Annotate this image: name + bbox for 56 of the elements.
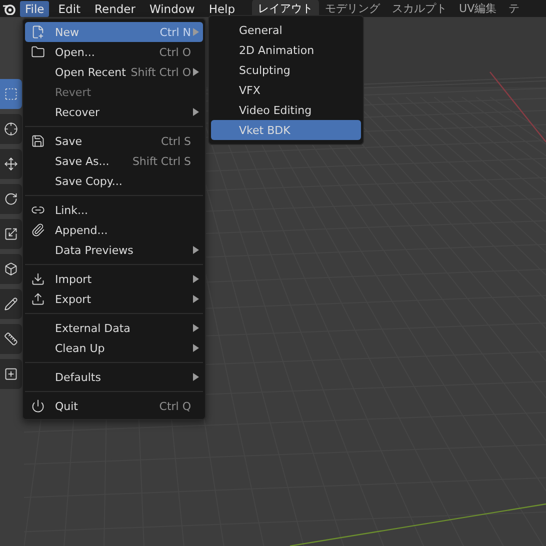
menu-item[interactable]: Import: [25, 269, 203, 289]
folder-icon: [31, 45, 45, 59]
menu-item[interactable]: Vket BDK: [211, 120, 361, 140]
ruler-icon: [4, 332, 18, 346]
menu-item[interactable]: Recover: [25, 102, 203, 122]
transform-icon: [4, 262, 18, 276]
workspace-tab[interactable]: UV編集: [453, 0, 503, 18]
menu-item[interactable]: Append...: [25, 220, 203, 240]
menu-item[interactable]: Open Recent Shift Ctrl O: [25, 62, 203, 82]
menu-title[interactable]: Help: [204, 0, 240, 16]
menu-title[interactable]: Edit: [53, 0, 86, 16]
menu-item[interactable]: Video Editing: [211, 100, 361, 120]
new-file-icon: [31, 25, 45, 39]
menu-item[interactable]: Data Previews: [25, 240, 203, 260]
menu-item[interactable]: Clean Up: [25, 338, 203, 358]
select-box-icon: [4, 87, 18, 101]
logo-icon[interactable]: [2, 2, 16, 14]
tool-button[interactable]: [0, 219, 22, 249]
menu-item[interactable]: 2D Animation: [211, 40, 361, 60]
menu-item[interactable]: General: [211, 20, 361, 40]
export-icon: [31, 292, 45, 306]
workspace-tab[interactable]: スカルプト: [386, 0, 454, 18]
workspace-tab[interactable]: モデリング: [319, 0, 386, 18]
tool-button[interactable]: [0, 184, 22, 214]
move-icon: [4, 157, 18, 171]
tool-button[interactable]: [0, 359, 22, 389]
tool-button[interactable]: [0, 254, 22, 284]
menu-item[interactable]: Open... Ctrl O: [25, 42, 203, 62]
add-cube-icon: [4, 367, 18, 381]
pencil-icon: [4, 297, 18, 311]
menu-item[interactable]: Save As... Shift Ctrl S: [25, 151, 203, 171]
menu-item[interactable]: Link...: [25, 200, 203, 220]
menu-item[interactable]: New Ctrl N: [25, 22, 203, 42]
menu-item[interactable]: Export: [25, 289, 203, 309]
menu-title[interactable]: Window: [144, 0, 200, 16]
tool-button[interactable]: [0, 324, 22, 354]
import-icon: [31, 272, 45, 286]
menu-title[interactable]: Render: [90, 0, 140, 16]
power-icon: [31, 399, 45, 413]
save-icon: [31, 134, 45, 148]
scale-icon: [4, 227, 18, 241]
menu-item[interactable]: Defaults: [25, 367, 203, 387]
paperclip-icon: [31, 223, 45, 237]
menu-item[interactable]: Sculpting: [211, 60, 361, 80]
menu-item[interactable]: VFX: [211, 80, 361, 100]
tool-button[interactable]: [0, 149, 22, 179]
menu-title[interactable]: File: [20, 0, 50, 16]
rotate-icon: [4, 192, 18, 206]
menu-item[interactable]: External Data: [25, 318, 203, 338]
menu-item[interactable]: Save Copy...: [25, 171, 203, 191]
tool-button[interactable]: [0, 114, 22, 144]
workspace-tab[interactable]: テ: [502, 0, 526, 18]
tool-button[interactable]: [0, 289, 22, 319]
menu-item[interactable]: Save Ctrl S: [25, 131, 203, 151]
menu-item[interactable]: Quit Ctrl Q: [25, 396, 203, 416]
cursor-icon: [4, 122, 18, 136]
